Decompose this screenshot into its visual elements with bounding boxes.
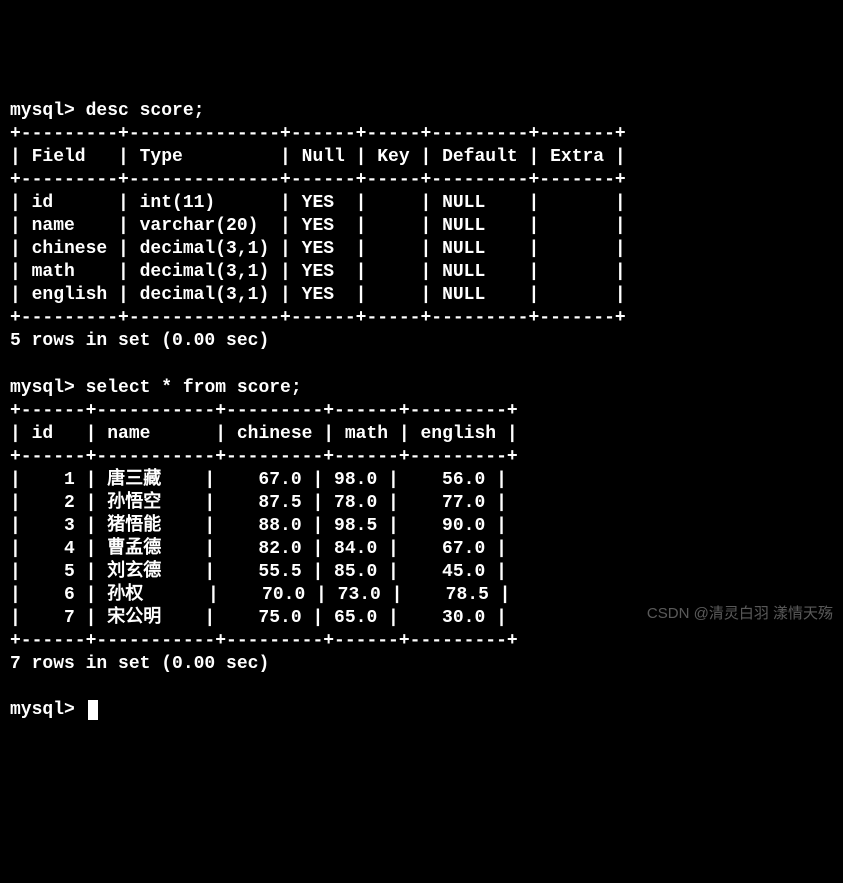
cursor-icon[interactable] [88,700,98,720]
mysql-prompt: mysql> [10,101,75,121]
select-row: | 1 | 唐三藏 | 67.0 | 98.0 | 56.0 | [10,470,507,490]
mysql-prompt[interactable]: mysql> [10,700,75,720]
select-row: | 4 | 曹孟德 | 82.0 | 84.0 | 67.0 | [10,539,507,559]
desc-border-mid: +---------+--------------+------+-----+-… [10,170,626,190]
select-row: | 3 | 猪悟能 | 88.0 | 98.5 | 90.0 | [10,516,507,536]
desc-header-row: | Field | Type | Null | Key | Default | … [10,147,626,167]
select-border-mid: +------+-----------+---------+------+---… [10,447,518,467]
watermark-text: CSDN @清灵白羽 漾情天殇 [647,604,833,623]
desc-row: | english | decimal(3,1) | YES | | NULL … [10,285,626,305]
desc-row: | id | int(11) | YES | | NULL | | [10,193,626,213]
mysql-prompt: mysql> [10,378,75,398]
select-row: | 7 | 宋公明 | 75.0 | 65.0 | 30.0 | [10,608,507,628]
select-result: 7 rows in set (0.00 sec) [10,654,269,674]
command-select: select * from score; [86,378,302,398]
desc-row: | name | varchar(20) | YES | | NULL | | [10,216,626,236]
select-row: | 2 | 孙悟空 | 87.5 | 78.0 | 77.0 | [10,493,507,513]
select-border-top: +------+-----------+---------+------+---… [10,401,518,421]
select-row: | 5 | 刘玄德 | 55.5 | 85.0 | 45.0 | [10,562,507,582]
desc-result: 5 rows in set (0.00 sec) [10,331,269,351]
desc-border-top: +---------+--------------+------+-----+-… [10,124,626,144]
select-row: | 6 | 孙权 | 70.0 | 73.0 | 78.5 | [10,585,510,605]
select-header-row: | id | name | chinese | math | english | [10,424,518,444]
desc-row: | chinese | decimal(3,1) | YES | | NULL … [10,239,626,259]
command-desc: desc score; [86,101,205,121]
terminal-output: mysql> desc score; +---------+----------… [10,100,833,722]
desc-row: | math | decimal(3,1) | YES | | NULL | | [10,262,626,282]
desc-border-bot: +---------+--------------+------+-----+-… [10,308,626,328]
